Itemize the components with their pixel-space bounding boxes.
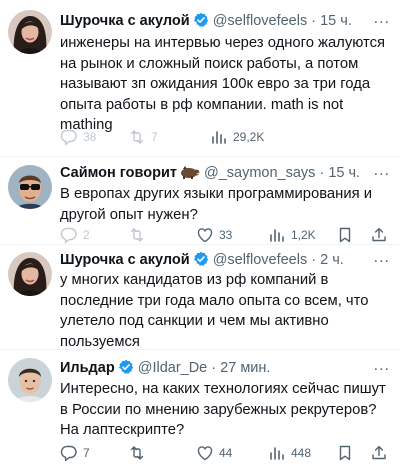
views-icon [270,229,284,242]
author-handle[interactable]: @selflovefeels [213,252,308,268]
timestamp[interactable]: 27 мин. [220,360,270,376]
author-name[interactable]: Саймон говорит [60,165,177,181]
bookmark-icon [339,445,351,461]
tweet-text-line: Интересно, на каких технологиях сейчас п… [60,381,386,397]
separator: · [311,252,317,268]
tweet-header: Ильдар @Ildar_De · 27 мин. [60,358,270,380]
reply-icon [60,227,77,244]
tweet-text-line: другой опыт нужен? [60,206,198,223]
more-options-icon[interactable]: ... [374,357,390,375]
separator: · [311,13,317,29]
tweet-header: Шурочка с акулой @selflovefeels · 15 ч. [60,12,352,33]
man-avatar-image [8,358,52,402]
action-bar: 7 44 448 [60,444,390,462]
author-name[interactable]: Ильдар [60,360,115,376]
tweet-text-line: улетело под санкции и чем мы активно [60,313,329,329]
man-sunglasses-avatar-image [8,165,52,209]
tweet-text-line: на рынок и сложный поиск работы, а потом [60,55,359,72]
author-handle[interactable]: @Ildar_De [138,360,208,376]
retweet-button[interactable] [128,444,151,462]
like-count: 44 [219,446,233,460]
share-icon [372,227,386,242]
timestamp[interactable]: 2 ч. [320,252,344,268]
author-handle[interactable]: @_saymon_says [204,165,315,181]
more-options-icon[interactable]: ... [374,162,390,180]
heart-icon [197,228,213,243]
avatar[interactable] [8,358,52,402]
views-button[interactable]: 29,2K [210,128,264,146]
views-count: 29,2K [233,130,265,144]
verified-badge-icon [192,12,209,33]
bookmark-button[interactable] [336,226,354,244]
tweet-text-line: у многих кандидатов из рф компаний в [60,272,329,288]
avatar[interactable] [8,10,52,54]
views-count: 1,2K [291,228,316,242]
author-handle[interactable]: @selflovefeels [213,13,308,29]
more-options-icon[interactable]: ... [374,249,390,267]
woman-avatar-image [8,252,52,296]
reply-icon [60,445,77,462]
tweet-text-line: последние три года мало опыта со всем, ч… [60,292,369,309]
views-icon [212,131,226,144]
separator: · [319,165,325,181]
woman-avatar-image [8,10,52,54]
tweet-text: В европах других языки программирования … [60,184,390,225]
tweet-text-line: опыта работы в рф компании. math is not [60,96,344,113]
bookmark-icon [339,227,351,243]
timestamp[interactable]: 15 ч. [320,13,352,29]
tweet-header: Шурочка с акулой @selflovefeels · 2 ч. [60,251,344,272]
like-button[interactable]: 33 [196,226,232,244]
verified-badge-icon [192,251,209,272]
verified-badge-icon [117,358,134,380]
retweet-icon [130,446,144,460]
like-count: 33 [219,228,233,242]
reply-count: 2 [83,228,90,242]
author-name[interactable]: Шурочка с акулой [60,13,190,29]
heart-icon [197,446,213,461]
tweet[interactable]: Ильдар @Ildar_De · 27 мин. ... Интересно… [0,350,400,473]
separator: · [211,360,217,376]
views-button[interactable]: 448 [268,444,311,462]
like-button[interactable]: 44 [196,444,232,462]
tweet-header: Саймон говорит @_saymon_says · 15 ч. [60,164,360,184]
timestamp[interactable]: 15 ч. [328,165,360,181]
views-button[interactable]: 1,2K [268,226,316,244]
tweet-text: у многих кандидатов из рф компаний в пос… [60,270,390,352]
reply-button[interactable]: 7 [60,444,90,462]
share-button[interactable] [370,226,388,244]
boar-emoji-icon [180,165,200,184]
action-bar-views: 29,2K [60,128,390,146]
avatar[interactable] [8,165,52,209]
tweet-text-line: в России по мнению зарубежных рекрутеров… [60,401,377,418]
views-count: 448 [291,446,312,460]
reply-count: 7 [83,446,90,460]
tweet[interactable]: Саймон говорит @_saymon_says · 15 ч. ...… [0,157,400,245]
tweet[interactable]: Шурочка с акулой @selflovefeels · 15 ч. … [0,0,400,157]
tweet[interactable]: Шурочка с акулой @selflovefeels · 2 ч. .… [0,245,400,350]
tweet-text-line: В европах других языки программирования … [60,186,372,202]
reply-button[interactable]: 2 [60,226,90,244]
tweet-text: Интересно, на каких технологиях сейчас п… [60,379,390,441]
author-name[interactable]: Шурочка с акулой [60,252,190,268]
views-icon [270,447,284,460]
tweet-text-line: инженеры на интервью через одного жалуют… [60,35,386,51]
retweet-icon [130,228,144,242]
action-bar: 2 33 1,2K [60,226,390,244]
share-button[interactable] [370,444,388,462]
avatar[interactable] [8,252,52,296]
more-options-icon[interactable]: ... [374,10,390,28]
tweet-text-line: называют зп ожидания 100к евро за три го… [60,76,371,92]
bookmark-button[interactable] [336,444,354,462]
retweet-button[interactable] [128,226,151,244]
share-icon [372,445,386,460]
tweet-text: инженеры на интервью через одного жалуют… [60,33,390,136]
tweet-text-line: На лаптескрипте? [60,422,185,438]
